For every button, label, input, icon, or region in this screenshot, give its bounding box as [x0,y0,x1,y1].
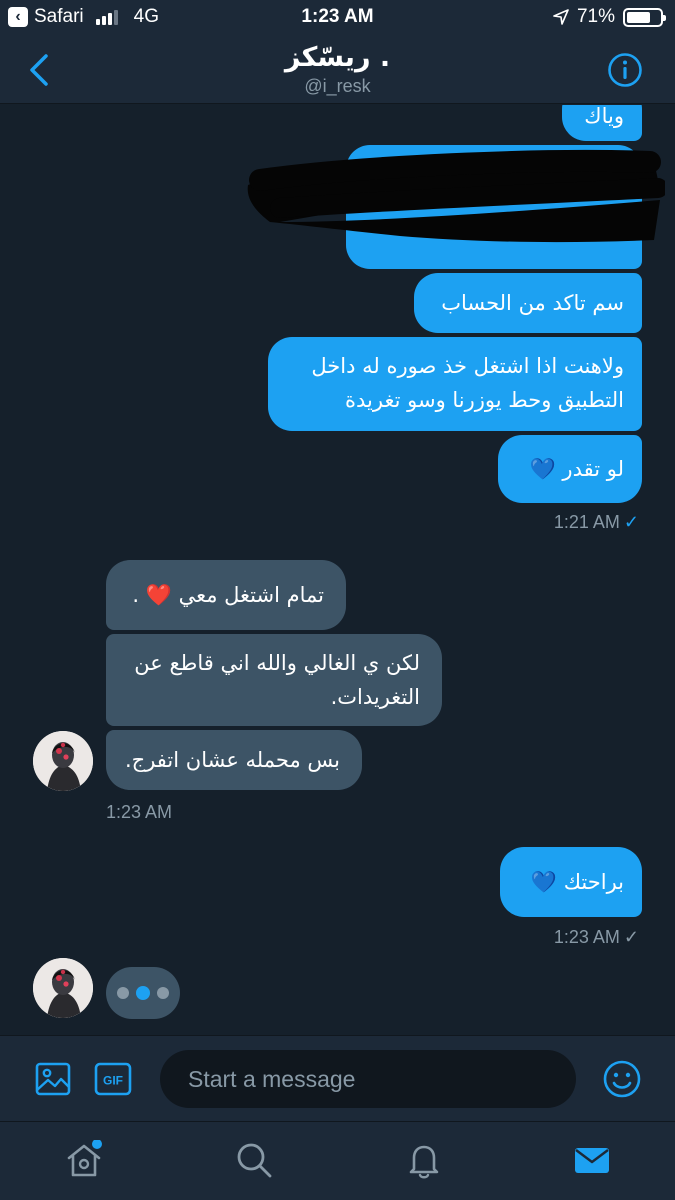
conversation-handle[interactable]: @i_resk [0,76,675,97]
status-bar: ‹ Safari 4G 1:23 AM 71% [0,0,675,36]
message-timestamp: 1:21 AM ✓ [554,512,639,533]
timestamp-text: 1:23 AM [106,802,173,822]
message-text: لو تقدر 💙 [529,457,624,481]
image-icon[interactable] [34,1060,72,1098]
typing-indicator [106,967,180,1019]
message-text: تمام اشتغل معي ❤️ . [132,583,324,607]
message-outgoing[interactable]: لو تقدر 💙 [498,435,642,503]
home-icon[interactable] [64,1140,104,1180]
message-text: وياك [584,105,624,128]
typing-dot [117,987,129,999]
message-timestamp: 1:23 AM ✓ [554,927,639,948]
gif-label: GIF [103,1074,123,1088]
battery-percent: 71% [576,6,615,27]
messages-icon[interactable] [572,1140,612,1180]
redaction-scribble [247,149,665,243]
battery-icon [623,7,666,27]
status-right: 71% [553,6,666,28]
message-text: سم تاكد من الحساب [441,291,624,315]
conversation-title[interactable]: ريسّكز . [0,42,675,73]
tab-bar [0,1121,675,1200]
contact-avatar[interactable] [33,731,93,791]
notification-dot [92,1140,102,1149]
message-outgoing[interactable]: ولاهنت اذا اشتغل خذ صوره له داخل التطبيق… [268,337,642,431]
message-text: براحتك 💙 [530,870,624,894]
battery-level [627,11,650,23]
message-incoming[interactable]: بس محمله عشان اتفرج. [106,730,362,790]
message-timestamp: 1:23 AM [106,802,172,823]
location-arrow-icon [553,9,569,25]
message-text: بس محمله عشان اتفرج. [124,748,340,772]
message-outgoing[interactable]: سم تاكد من الحساب [414,273,642,333]
timestamp-text: 1:23 AM [553,927,620,947]
read-check-icon: ✓ [623,512,639,532]
search-icon[interactable] [234,1140,274,1180]
contact-avatar[interactable] [33,958,93,1018]
message-outgoing[interactable]: وياك [562,105,642,141]
typing-dot [136,986,150,1000]
message-incoming[interactable]: تمام اشتغل معي ❤️ . [106,560,346,630]
message-input[interactable] [160,1050,576,1108]
message-text: ولاهنت اذا اشتغل خذ صوره له داخل التطبيق… [311,354,624,412]
notifications-icon[interactable] [404,1140,444,1180]
gif-icon[interactable]: GIF [94,1060,132,1098]
message-text: لكن ي الغالي والله اني قاطع عن التغريدات… [134,651,420,709]
message-incoming[interactable]: لكن ي الغالي والله اني قاطع عن التغريدات… [106,634,442,726]
message-outgoing[interactable]: براحتك 💙 [500,847,642,917]
timestamp-text: 1:21 AM [553,512,620,532]
sent-check-icon: ✓ [623,927,639,947]
typing-dot [157,987,169,999]
info-icon[interactable] [607,52,643,88]
emoji-icon[interactable] [602,1059,642,1099]
conversation-header: ريسّكز . @i_resk [0,36,675,104]
compose-bar: GIF [0,1035,675,1121]
message-thread[interactable]: وياك سم تاكد من الحساب ولاهنت اذا اشتغل … [0,105,675,1035]
